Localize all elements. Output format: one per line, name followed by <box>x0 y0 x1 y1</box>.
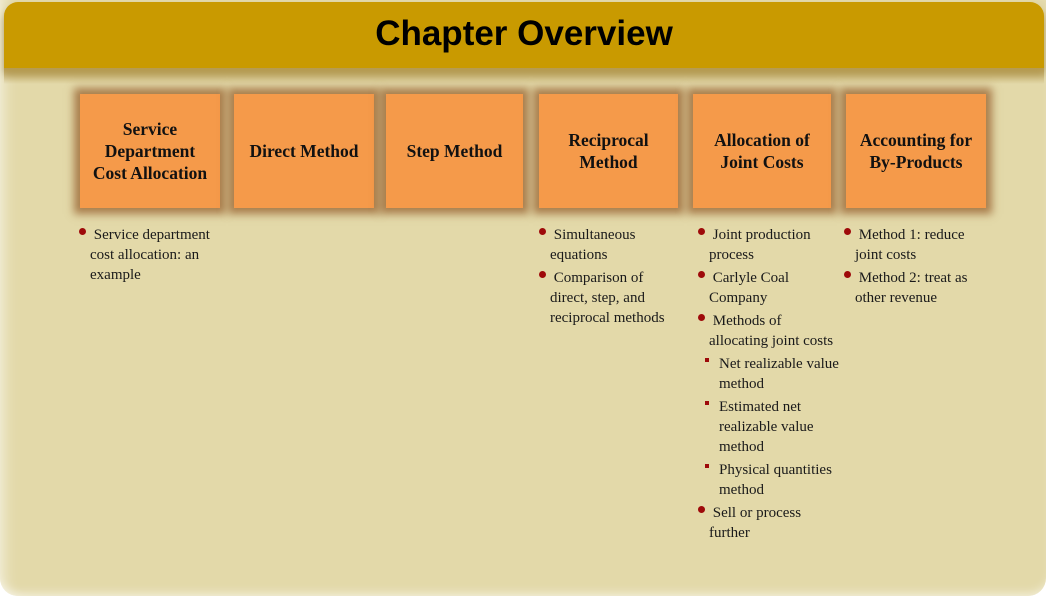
box-reciprocal-method: Reciprocal Method <box>539 94 678 208</box>
sub-list-item: Physical quantities method <box>705 460 841 500</box>
box-direct-method: Direct Method <box>234 94 374 208</box>
title-bar: Chapter Overview <box>4 2 1044 84</box>
column-service-department: Service department cost allocation: an e… <box>79 225 230 288</box>
list-item: Joint production process <box>698 225 841 265</box>
bullet-icon <box>698 314 705 321</box>
list-item: Method 1: reduce joint costs <box>844 225 985 265</box>
bullet-icon <box>539 271 546 278</box>
list-item: Methods of allocating joint costs <box>698 311 841 351</box>
column-by-products: Method 1: reduce joint costs Method 2: t… <box>844 225 985 311</box>
list-item: Comparison of direct, step, and reciproc… <box>539 268 680 328</box>
list-item: Method 2: treat as other revenue <box>844 268 985 308</box>
list-item: Carlyle Coal Company <box>698 268 841 308</box>
slide: Chapter Overview Service Department Cost… <box>0 0 1046 596</box>
column-reciprocal-method: Simultaneous equations Comparison of dir… <box>539 225 680 331</box>
list-item: Sell or process further <box>698 503 841 543</box>
bullet-icon <box>698 506 705 513</box>
box-allocation-of-joint-costs: Allocation of Joint Costs <box>693 94 831 208</box>
column-joint-costs: Joint production process Carlyle Coal Co… <box>698 225 841 546</box>
square-bullet-icon <box>705 464 709 468</box>
box-accounting-for-by-products: Accounting for By-Products <box>846 94 986 208</box>
square-bullet-icon <box>705 358 709 362</box>
bullet-icon <box>844 228 851 235</box>
bullet-icon <box>844 271 851 278</box>
square-bullet-icon <box>705 401 709 405</box>
sub-list-item: Net realizable value method <box>705 354 841 394</box>
box-service-department-cost-allocation: Service Department Cost Allocation <box>80 94 220 208</box>
bullet-icon <box>698 271 705 278</box>
box-step-method: Step Method <box>386 94 523 208</box>
bullet-icon <box>79 228 86 235</box>
bullet-icon <box>539 228 546 235</box>
bullet-icon <box>698 228 705 235</box>
slide-title: Chapter Overview <box>375 14 673 53</box>
sub-list-item: Estimated net realizable value method <box>705 397 841 457</box>
list-item: Service department cost allocation: an e… <box>79 225 230 285</box>
list-item: Simultaneous equations <box>539 225 680 265</box>
